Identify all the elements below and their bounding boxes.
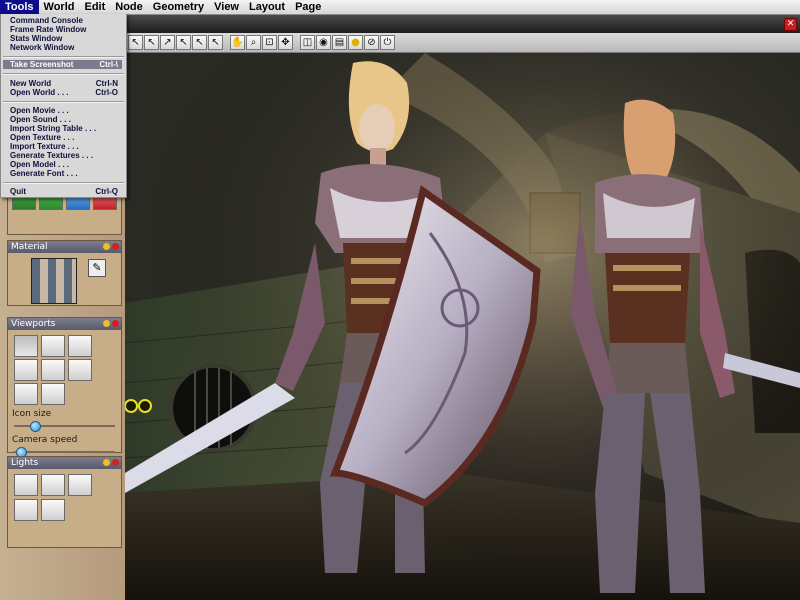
select-scale-icon[interactable]: ↖	[192, 35, 207, 50]
menu-tools[interactable]: Tools	[0, 0, 39, 14]
power-icon[interactable]: ⏻	[380, 35, 395, 50]
camera-speed-label: Camera speed	[12, 435, 78, 445]
select-move-icon[interactable]: ↗	[160, 35, 175, 50]
cube-icon[interactable]: ◫	[300, 35, 315, 50]
zoom-icon[interactable]: ⌕	[246, 35, 261, 50]
omni-light-icon[interactable]	[41, 474, 65, 496]
menu-geometry[interactable]: Geometry	[148, 0, 209, 14]
menu-layout[interactable]: Layout	[244, 0, 290, 14]
panel-window-controls	[103, 320, 119, 327]
panel-window-controls	[103, 243, 119, 250]
viewport-toolbar: ↖ ↖ ↗ ↖ ↖ ↖ ✋ ⌕ ⊡ ✥ ◫ ◉ ▤ ● ⊘ ⏻	[125, 33, 800, 53]
layout-triple-left-icon[interactable]	[68, 359, 92, 381]
close-icon[interactable]: ✕	[784, 18, 797, 31]
viewports-panel-title: Viewports	[8, 318, 121, 330]
menu-item-generate-textures[interactable]: Generate Textures . . .	[10, 151, 122, 160]
menu-bar: Tools World Edit Node Geometry View Layo…	[0, 0, 800, 15]
menu-separator	[3, 56, 124, 58]
camera-icon[interactable]: ◉	[316, 35, 331, 50]
select-arrow-icon[interactable]: ↖	[128, 35, 143, 50]
scene-render	[125, 53, 800, 600]
menu-item-open-world[interactable]: Open World . . . Ctrl-O	[10, 88, 122, 97]
layout-quad-icon[interactable]	[41, 335, 65, 357]
viewports-panel: Viewports Icon size Camera speed	[7, 317, 122, 458]
zoom-region-icon[interactable]: ⊡	[262, 35, 277, 50]
menu-node[interactable]: Node	[110, 0, 148, 14]
disable-icon[interactable]: ⊘	[364, 35, 379, 50]
menu-page[interactable]: Page	[290, 0, 326, 14]
menu-item-frame-rate-window[interactable]: Frame Rate Window	[10, 25, 122, 34]
menu-world[interactable]: World	[39, 0, 80, 14]
menu-item-quit[interactable]: Quit Ctrl-Q	[10, 187, 122, 196]
menu-item-import-texture[interactable]: Import Texture . . .	[10, 142, 122, 151]
icon-size-label: Icon size	[12, 409, 52, 419]
menu-view[interactable]: View	[209, 0, 244, 14]
layout-horizontal-icon[interactable]	[68, 335, 92, 357]
menu-item-stats-window[interactable]: Stats Window	[10, 34, 122, 43]
eyedropper-icon[interactable]: ✎	[88, 259, 106, 277]
material-preview[interactable]	[31, 258, 77, 304]
texture-icon[interactable]: ▤	[332, 35, 347, 50]
material-panel: Material ✎	[7, 240, 122, 306]
menu-item-network-window[interactable]: Network Window	[10, 43, 122, 52]
layout-single-icon[interactable]	[14, 335, 38, 357]
orbit-icon[interactable]: ✥	[278, 35, 293, 50]
select-link-icon[interactable]: ↖	[208, 35, 223, 50]
spot-light-icon[interactable]	[14, 499, 38, 521]
menu-item-import-string-table[interactable]: Import String Table . . .	[10, 124, 122, 133]
material-panel-title: Material	[8, 241, 121, 253]
minimize-icon[interactable]	[103, 243, 110, 250]
3d-viewport[interactable]	[125, 53, 800, 600]
lights-panel-title: Lights	[8, 457, 121, 469]
layout-vertical-icon[interactable]	[14, 359, 38, 381]
tools-menu-dropdown: Command Console Frame Rate Window Stats …	[0, 14, 127, 198]
menu-edit[interactable]: Edit	[79, 0, 110, 14]
panel-window-controls	[103, 459, 119, 466]
layout-left-split-icon[interactable]	[41, 359, 65, 381]
menu-item-open-sound[interactable]: Open Sound . . .	[10, 115, 122, 124]
menu-item-open-model[interactable]: Open Model . . .	[10, 160, 122, 169]
area-light-icon[interactable]	[41, 499, 65, 521]
pan-hand-icon[interactable]: ✋	[230, 35, 245, 50]
minimize-icon[interactable]	[103, 320, 110, 327]
menu-item-generate-font[interactable]: Generate Font . . .	[10, 169, 122, 178]
layout-triple-top-icon[interactable]	[14, 383, 38, 405]
select-plus-icon[interactable]: ↖	[144, 35, 159, 50]
menu-item-take-screenshot[interactable]: Take Screenshot Ctrl-\	[3, 60, 122, 69]
menu-separator	[3, 73, 124, 75]
point-light-icon[interactable]	[14, 474, 38, 496]
close-panel-icon[interactable]	[112, 320, 119, 327]
menu-separator	[3, 182, 124, 184]
slider-knob[interactable]	[30, 421, 42, 432]
light-bulb-icon[interactable]: ●	[348, 35, 363, 50]
menu-separator	[3, 101, 124, 103]
menu-item-command-console[interactable]: Command Console	[10, 16, 122, 25]
select-rotate-icon[interactable]: ↖	[176, 35, 191, 50]
menu-item-new-world[interactable]: New World Ctrl-N	[10, 79, 122, 88]
minimize-icon[interactable]	[103, 459, 110, 466]
layout-triple-right-icon[interactable]	[41, 383, 65, 405]
lights-panel: Lights	[7, 456, 122, 548]
icon-size-slider[interactable]	[14, 421, 115, 432]
directional-light-icon[interactable]	[68, 474, 92, 496]
close-panel-icon[interactable]	[112, 243, 119, 250]
menu-item-open-movie[interactable]: Open Movie . . .	[10, 106, 122, 115]
close-panel-icon[interactable]	[112, 459, 119, 466]
menu-item-open-texture[interactable]: Open Texture . . .	[10, 133, 122, 142]
